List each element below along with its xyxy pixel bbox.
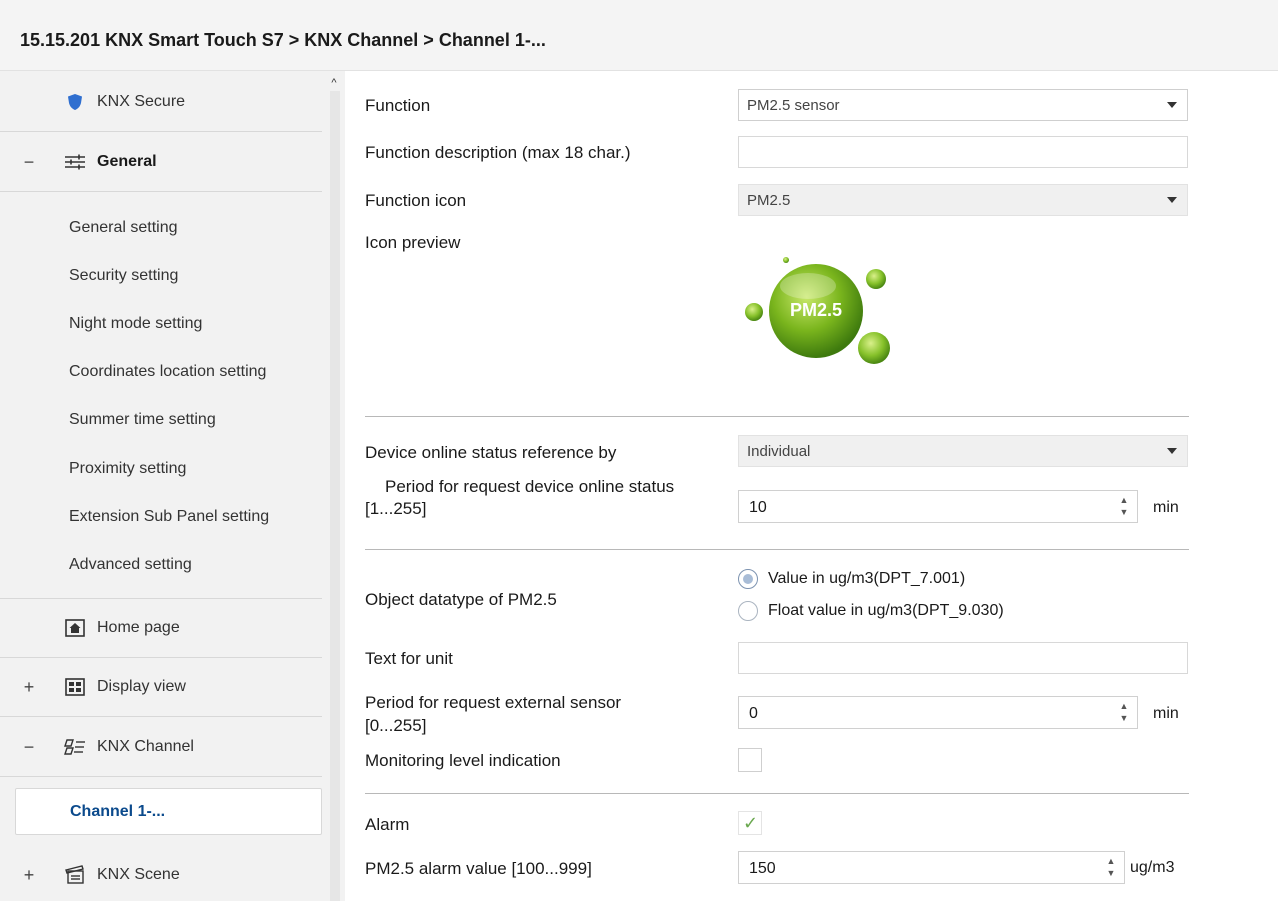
spinner-arrows-icon[interactable]: ▲ ▼ — [1119, 700, 1129, 724]
alarm-checkbox[interactable]: ✓ — [738, 811, 762, 835]
spinner-arrows-icon[interactable]: ▲ ▼ — [1119, 494, 1129, 518]
radio-button-selected[interactable] — [738, 569, 758, 589]
sidebar-item-label: KNX Channel — [97, 738, 194, 755]
sidebar-item-label: KNX Scene — [97, 866, 180, 883]
datatype-option-dpt9[interactable]: Float value in ug/m3(DPT_9.030) — [738, 601, 1004, 621]
sidebar-item-channel-1[interactable]: Channel 1-... — [15, 788, 322, 835]
period-external-stepper[interactable]: 0 ▲ ▼ — [738, 696, 1138, 729]
function-icon-select-value: PM2.5 — [747, 192, 791, 209]
sidebar-item-general[interactable]: − General — [0, 133, 322, 192]
pm25-icon-text: PM2.5 — [789, 300, 843, 320]
radio-option-label: Value in ug/m3(DPT_7.001) — [768, 570, 966, 587]
monitoring-level-checkbox[interactable] — [738, 748, 762, 772]
sidebar-subitem-security-setting[interactable]: Security setting — [69, 267, 178, 285]
function-icon-label: Function icon — [365, 191, 467, 210]
collapse-toggle[interactable]: − — [22, 152, 36, 173]
knx-channel-icon — [64, 736, 86, 758]
alarm-value-value: 150 — [749, 860, 776, 877]
sidebar-subitem-advanced-setting[interactable]: Advanced setting — [69, 556, 192, 574]
sidebar-subitem-coordinates-location-setting[interactable]: Coordinates location setting — [69, 363, 266, 381]
chevron-down-icon — [1167, 102, 1177, 108]
period-external-unit: min — [1153, 705, 1179, 722]
period-online-label: Period for request device online status — [385, 477, 675, 496]
alarm-value-label: PM2.5 alarm value [100...999] — [365, 859, 592, 878]
icon-preview-label: Icon preview — [365, 233, 461, 252]
device-online-ref-label: Device online status reference by — [365, 443, 617, 462]
chevron-down-icon — [1167, 197, 1177, 203]
alarm-value-unit: ug/m3 — [1130, 859, 1175, 876]
sidebar-subitem-summer-time-setting[interactable]: Summer time setting — [69, 411, 216, 429]
sidebar-item-knx-scene[interactable]: + KNX Scene — [0, 846, 322, 904]
period-online-value: 10 — [749, 499, 767, 516]
pm25-icon: PM2.5 — [740, 254, 900, 374]
datatype-option-dpt7[interactable]: Value in ug/m3(DPT_7.001) — [738, 569, 965, 589]
checkmark-icon: ✓ — [743, 813, 759, 833]
display-view-icon — [64, 676, 86, 698]
divider — [365, 416, 1189, 417]
parameter-panel: Function PM2.5 sensor Function descripti… — [345, 71, 1278, 901]
spinner-arrows-icon[interactable]: ▲ ▼ — [1106, 855, 1116, 879]
scene-icon — [64, 864, 86, 886]
text-for-unit-label: Text for unit — [365, 649, 453, 668]
sidebar-item-label: KNX Secure — [97, 93, 186, 110]
device-online-ref-value: Individual — [747, 443, 811, 460]
period-external-value: 0 — [749, 705, 758, 722]
radio-button[interactable] — [738, 601, 758, 621]
function-select[interactable]: PM2.5 sensor — [738, 89, 1188, 121]
period-online-unit: min — [1153, 499, 1179, 516]
sidebar-item-label: Display view — [97, 678, 186, 695]
divider — [365, 549, 1189, 550]
function-select-value: PM2.5 sensor — [747, 97, 840, 114]
sidebar-subitem-proximity-setting[interactable]: Proximity setting — [69, 460, 186, 478]
function-icon-select[interactable]: PM2.5 — [738, 184, 1188, 216]
home-icon — [64, 617, 86, 639]
breadcrumb: 15.15.201 KNX Smart Touch S7 > KNX Chann… — [20, 30, 546, 50]
sliders-icon — [64, 151, 86, 173]
sidebar-item-label: Home page — [97, 619, 180, 636]
sidebar-item-home-page[interactable]: Home page — [0, 598, 322, 658]
divider — [365, 793, 1189, 794]
top-bar: 15.15.201 KNX Smart Touch S7 > KNX Chann… — [0, 0, 1278, 71]
sidebar-subitem-night-mode-setting[interactable]: Night mode setting — [69, 315, 202, 333]
sidebar-subitem-general-setting[interactable]: General setting — [69, 219, 178, 237]
text-for-unit-input[interactable] — [738, 642, 1188, 674]
sidebar-item-label: General — [97, 153, 157, 170]
alarm-label: Alarm — [365, 815, 410, 834]
period-online-range: [1...255] — [365, 499, 427, 518]
radio-option-label: Float value in ug/m3(DPT_9.030) — [768, 602, 1004, 619]
collapse-toggle[interactable]: − — [22, 737, 36, 758]
sidebar: ^ KNX Secure − General General setting S… — [0, 71, 345, 901]
shield-icon — [64, 91, 86, 113]
device-online-ref-select[interactable]: Individual — [738, 435, 1188, 467]
period-online-stepper[interactable]: 10 ▲ ▼ — [738, 490, 1138, 523]
monitoring-level-label: Monitoring level indication — [365, 751, 561, 770]
sidebar-item-knx-secure[interactable]: KNX Secure — [0, 73, 322, 132]
period-external-range: [0...255] — [365, 716, 427, 735]
sidebar-item-knx-channel[interactable]: − KNX Channel — [0, 718, 322, 777]
alarm-value-stepper[interactable]: 150 ▲ ▼ — [738, 851, 1125, 884]
scroll-up-button[interactable]: ^ — [328, 77, 340, 89]
expand-toggle[interactable]: + — [22, 865, 36, 886]
period-external-label: Period for request external sensor — [365, 693, 622, 712]
sidebar-item-display-view[interactable]: + Display view — [0, 658, 322, 717]
function-description-label: Function description (max 18 char.) — [365, 143, 631, 162]
object-datatype-label: Object datatype of PM2.5 — [365, 590, 557, 609]
function-description-input[interactable] — [738, 136, 1188, 168]
sidebar-scrollbar[interactable] — [330, 91, 340, 901]
sidebar-subitem-extension-sub-panel-setting[interactable]: Extension Sub Panel setting — [69, 508, 269, 526]
expand-toggle[interactable]: + — [22, 677, 36, 698]
chevron-down-icon — [1167, 448, 1177, 454]
sidebar-item-label: Channel 1-... — [70, 803, 166, 820]
function-label: Function — [365, 96, 431, 115]
